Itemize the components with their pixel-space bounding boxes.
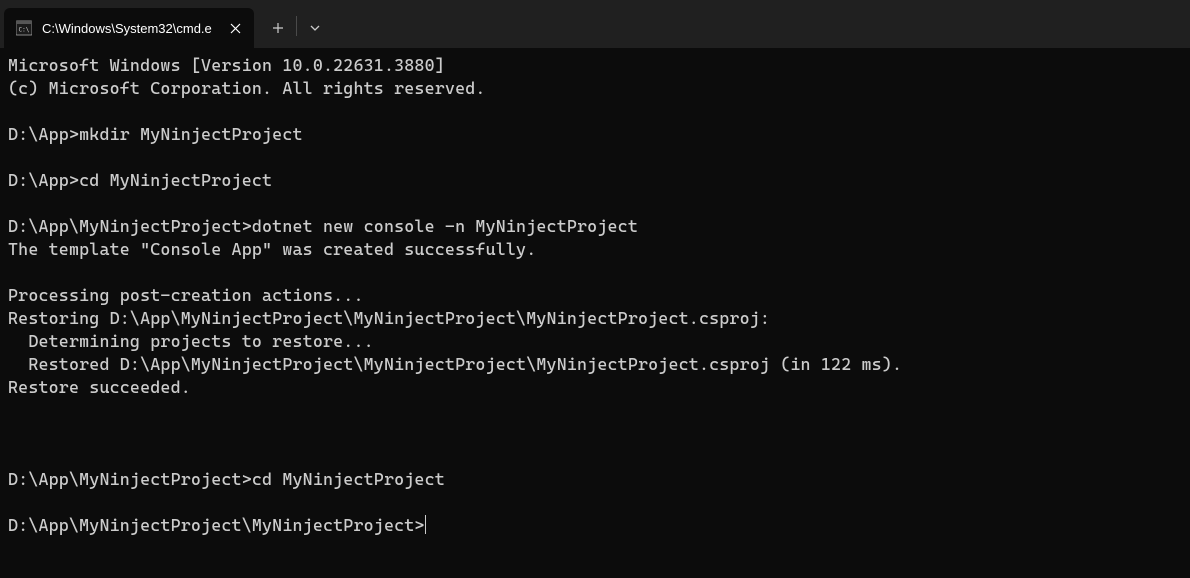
tab-close-button[interactable] [226,19,244,37]
cursor [425,515,427,534]
titlebar: C:\ C:\Windows\System32\cmd.e [0,0,1190,48]
tab-title: C:\Windows\System32\cmd.e [42,21,216,36]
terminal-output[interactable]: Microsoft Windows [Version 10.0.22631.38… [0,48,1190,543]
terminal-line: D:\App>cd MyNinjectProject [8,170,272,190]
tab-dropdown-button[interactable] [297,8,333,48]
terminal-line: Restore succeeded. [8,377,191,397]
terminal-line: Microsoft Windows [Version 10.0.22631.38… [8,55,445,75]
titlebar-controls [254,0,333,48]
terminal-prompt: D:\App\MyNinjectProject\MyNinjectProject… [8,515,425,535]
terminal-line: Restoring D:\App\MyNinjectProject\MyNinj… [8,308,770,328]
terminal-line: The template "Console App" was created s… [8,239,536,259]
terminal-line: D:\App\MyNinjectProject>cd MyNinjectProj… [8,469,445,489]
terminal-line: Determining projects to restore... [8,331,374,351]
new-tab-button[interactable] [260,8,296,48]
terminal-line: D:\App>mkdir MyNinjectProject [8,124,303,144]
terminal-tab[interactable]: C:\ C:\Windows\System32\cmd.e [4,8,254,48]
terminal-line: Restored D:\App\MyNinjectProject\MyNinje… [8,354,902,374]
cmd-icon: C:\ [16,20,32,36]
svg-text:C:\: C:\ [19,27,30,34]
terminal-line: (c) Microsoft Corporation. All rights re… [8,78,486,98]
terminal-line: Processing post-creation actions... [8,285,364,305]
terminal-line: D:\App\MyNinjectProject>dotnet new conso… [8,216,638,236]
